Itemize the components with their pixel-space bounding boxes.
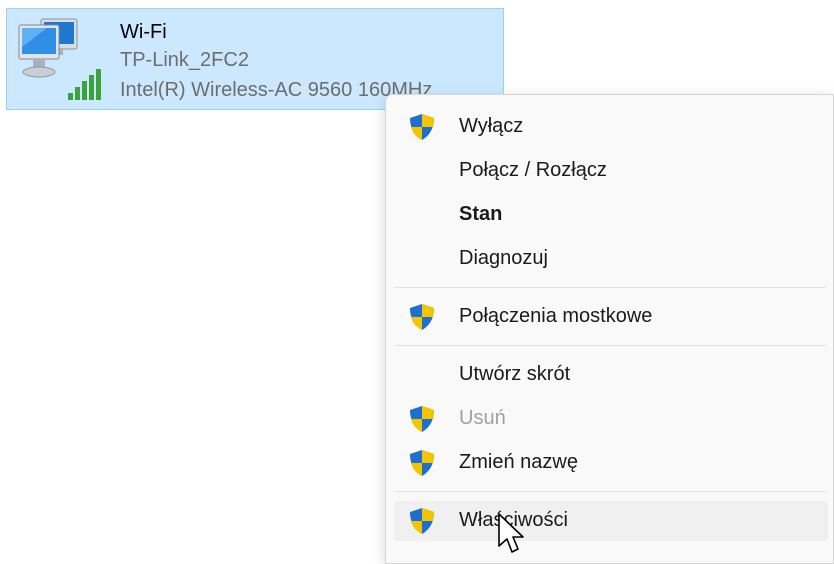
menu-item-delete: Usuń (394, 399, 828, 439)
uac-shield-icon (407, 302, 437, 338)
menu-separator (394, 491, 826, 492)
menu-item-diagnose[interactable]: Diagnozuj (394, 239, 828, 279)
menu-item-rename[interactable]: Zmień nazwę (394, 443, 828, 483)
menu-separator (394, 287, 826, 288)
menu-item-label: Połącz / Rozłącz (459, 159, 607, 181)
menu-item-bridge-connections[interactable]: Połączenia mostkowe (394, 297, 828, 337)
menu-item-label: Połączenia mostkowe (459, 305, 653, 327)
context-menu: Wyłącz Połącz / Rozłącz Stan Diagnozuj P… (385, 94, 834, 564)
wifi-signal-icon (68, 69, 101, 100)
menu-item-label: Stan (459, 203, 503, 225)
menu-item-label: Wyłącz (459, 115, 524, 137)
uac-shield-icon (407, 506, 437, 542)
menu-item-label: Usuń (459, 407, 506, 429)
menu-item-label: Utwórz skrót (459, 363, 571, 385)
menu-item-status[interactable]: Stan (394, 195, 828, 235)
menu-separator (394, 345, 826, 346)
adapter-name: Wi-Fi (120, 21, 167, 43)
menu-item-label: Diagnozuj (459, 247, 548, 269)
uac-shield-icon (407, 112, 437, 148)
menu-item-disable[interactable]: Wyłącz (394, 107, 828, 147)
uac-shield-icon (407, 448, 437, 484)
menu-item-label: Zmień nazwę (459, 451, 578, 473)
menu-item-create-shortcut[interactable]: Utwórz skrót (394, 355, 828, 395)
mouse-cursor-icon (498, 513, 524, 553)
menu-item-connect-disconnect[interactable]: Połącz / Rozłącz (394, 151, 828, 191)
menu-item-properties[interactable]: Właściwości (394, 501, 828, 541)
adapter-ssid: TP-Link_2FC2 (120, 49, 249, 71)
uac-shield-icon (407, 404, 437, 440)
